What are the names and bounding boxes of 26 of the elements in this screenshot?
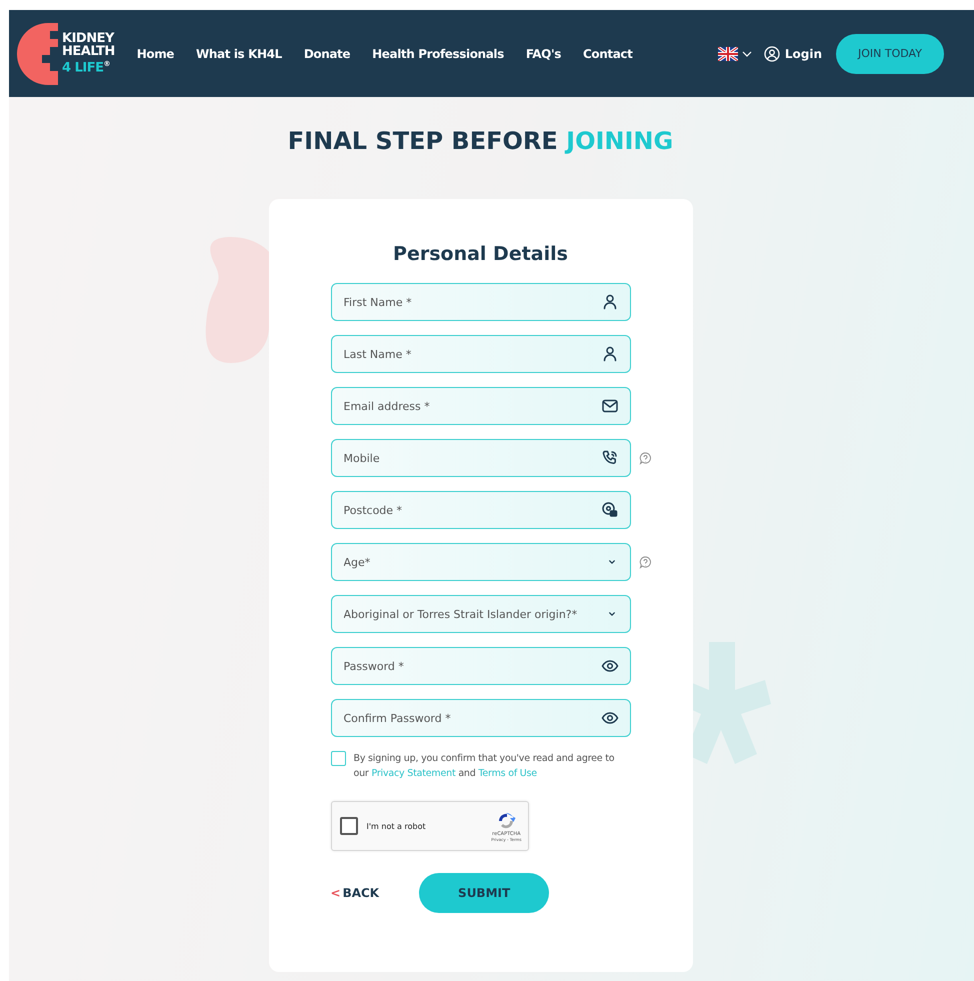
back-button[interactable]: < BACK — [330, 886, 380, 900]
select-field[interactable]: Age* — [330, 543, 630, 581]
page-heading: FINAL STEP BEFORE JOINING — [288, 127, 674, 155]
nav-link[interactable]: FAQ's — [526, 46, 561, 60]
logo-text: HEALTH — [62, 45, 115, 58]
submit-button[interactable]: SUBMIT — [419, 873, 550, 913]
logo-text: 4 LIFE$^{®}$ — [62, 59, 111, 75]
logo-text: KIDNEY — [62, 32, 115, 46]
nav-link[interactable]: Health Professionals — [372, 46, 504, 60]
input-field[interactable]: Postcode * — [330, 491, 630, 529]
input-field[interactable]: First Name * — [330, 283, 630, 321]
input-field[interactable]: Password * — [330, 647, 630, 685]
input-field[interactable]: Last Name * — [330, 335, 630, 373]
input-field[interactable]: Mobile — [330, 439, 630, 477]
nav-link[interactable]: What is KH4L — [196, 46, 282, 60]
nav-link[interactable]: Home — [136, 46, 174, 60]
terms-text: By signing up, you confirm that you've read and agree to our Privacy Statement and Terms of Use — [354, 752, 616, 781]
select-field[interactable]: Aboriginal or Torres Strait Islander origin?* — [330, 595, 630, 633]
nav-link[interactable]: Donate — [304, 46, 350, 60]
captcha-label: I'm not a robot — [366, 822, 426, 830]
join-today-button[interactable]: JOIN TODAY — [836, 34, 944, 74]
input-field[interactable]: Confirm Password * — [330, 699, 630, 737]
form-title: Personal Details — [392, 243, 569, 265]
input-field[interactable]: Email address * — [330, 387, 630, 425]
login-link[interactable]: Login — [764, 46, 822, 62]
nav-link[interactable]: Contact — [583, 46, 632, 60]
